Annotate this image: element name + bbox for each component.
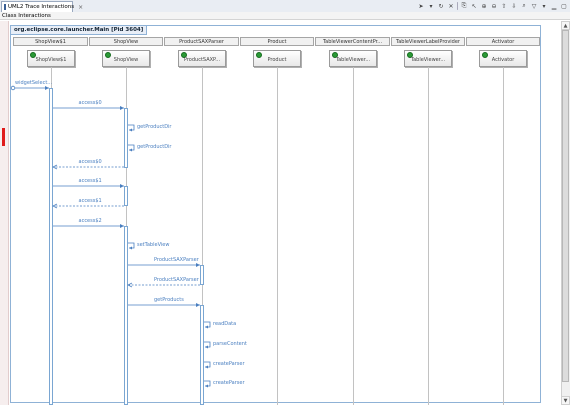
scrollbar-thumb[interactable] (562, 30, 569, 382)
message-label: access$1 (79, 198, 102, 204)
arrowhead (45, 86, 49, 90)
arrowhead (205, 365, 208, 369)
arrowhead (129, 128, 132, 132)
message-label: getProductDir (137, 144, 172, 150)
message-label: setTableView (137, 242, 169, 248)
arrowhead (196, 303, 200, 307)
arrowhead (205, 384, 208, 388)
message[interactable]: getProducts (128, 297, 200, 307)
message-label: createParser (213, 361, 245, 367)
arrowhead (205, 325, 208, 329)
message[interactable]: getProductDir (128, 124, 172, 132)
message[interactable]: access$1 (52, 198, 124, 209)
message-label: parseContent (213, 341, 247, 347)
message[interactable]: access$2 (53, 218, 124, 228)
message[interactable]: createParser (204, 380, 245, 388)
arrowhead (120, 224, 124, 228)
message[interactable]: readData (204, 321, 236, 329)
message-label: getProductDir (137, 124, 172, 130)
message[interactable]: setTableView (128, 242, 169, 250)
message-label: getProducts (154, 297, 184, 303)
message[interactable]: ProductSAXParser (128, 257, 200, 267)
arrowhead (205, 345, 208, 349)
message-label: access$1 (79, 178, 102, 184)
message-label: createParser (213, 380, 245, 386)
message-label: ProductSAXParser (154, 257, 200, 263)
message-label: access$2 (79, 218, 102, 224)
message[interactable]: access$1 (53, 178, 124, 188)
message[interactable]: getProductDir (128, 144, 172, 152)
message-label: access$0 (79, 159, 102, 165)
arrowhead (120, 184, 124, 188)
message-label: ProductSAXParser (154, 277, 200, 283)
arrowhead (196, 263, 200, 267)
arrowhead (129, 246, 132, 250)
message-label: access$0 (79, 100, 102, 106)
message[interactable]: createParser (204, 361, 245, 369)
arrowhead (129, 148, 132, 152)
found-message-origin (10, 85, 16, 91)
messages-layer: widgetSelect... access$0 getProductDir getP… (10, 80, 247, 388)
message-label: widgetSelect... (15, 80, 52, 86)
scroll-up-icon[interactable]: ▲ (561, 21, 570, 30)
message-label: readData (213, 321, 236, 327)
message[interactable]: access$0 (52, 159, 124, 170)
message[interactable]: ProductSAXParser (127, 277, 200, 288)
scroll-down-icon[interactable]: ▼ (561, 396, 570, 405)
message[interactable]: access$0 (53, 100, 124, 110)
message[interactable]: parseContent (204, 341, 247, 349)
arrowhead (120, 106, 124, 110)
message[interactable]: widgetSelect... (10, 80, 52, 91)
